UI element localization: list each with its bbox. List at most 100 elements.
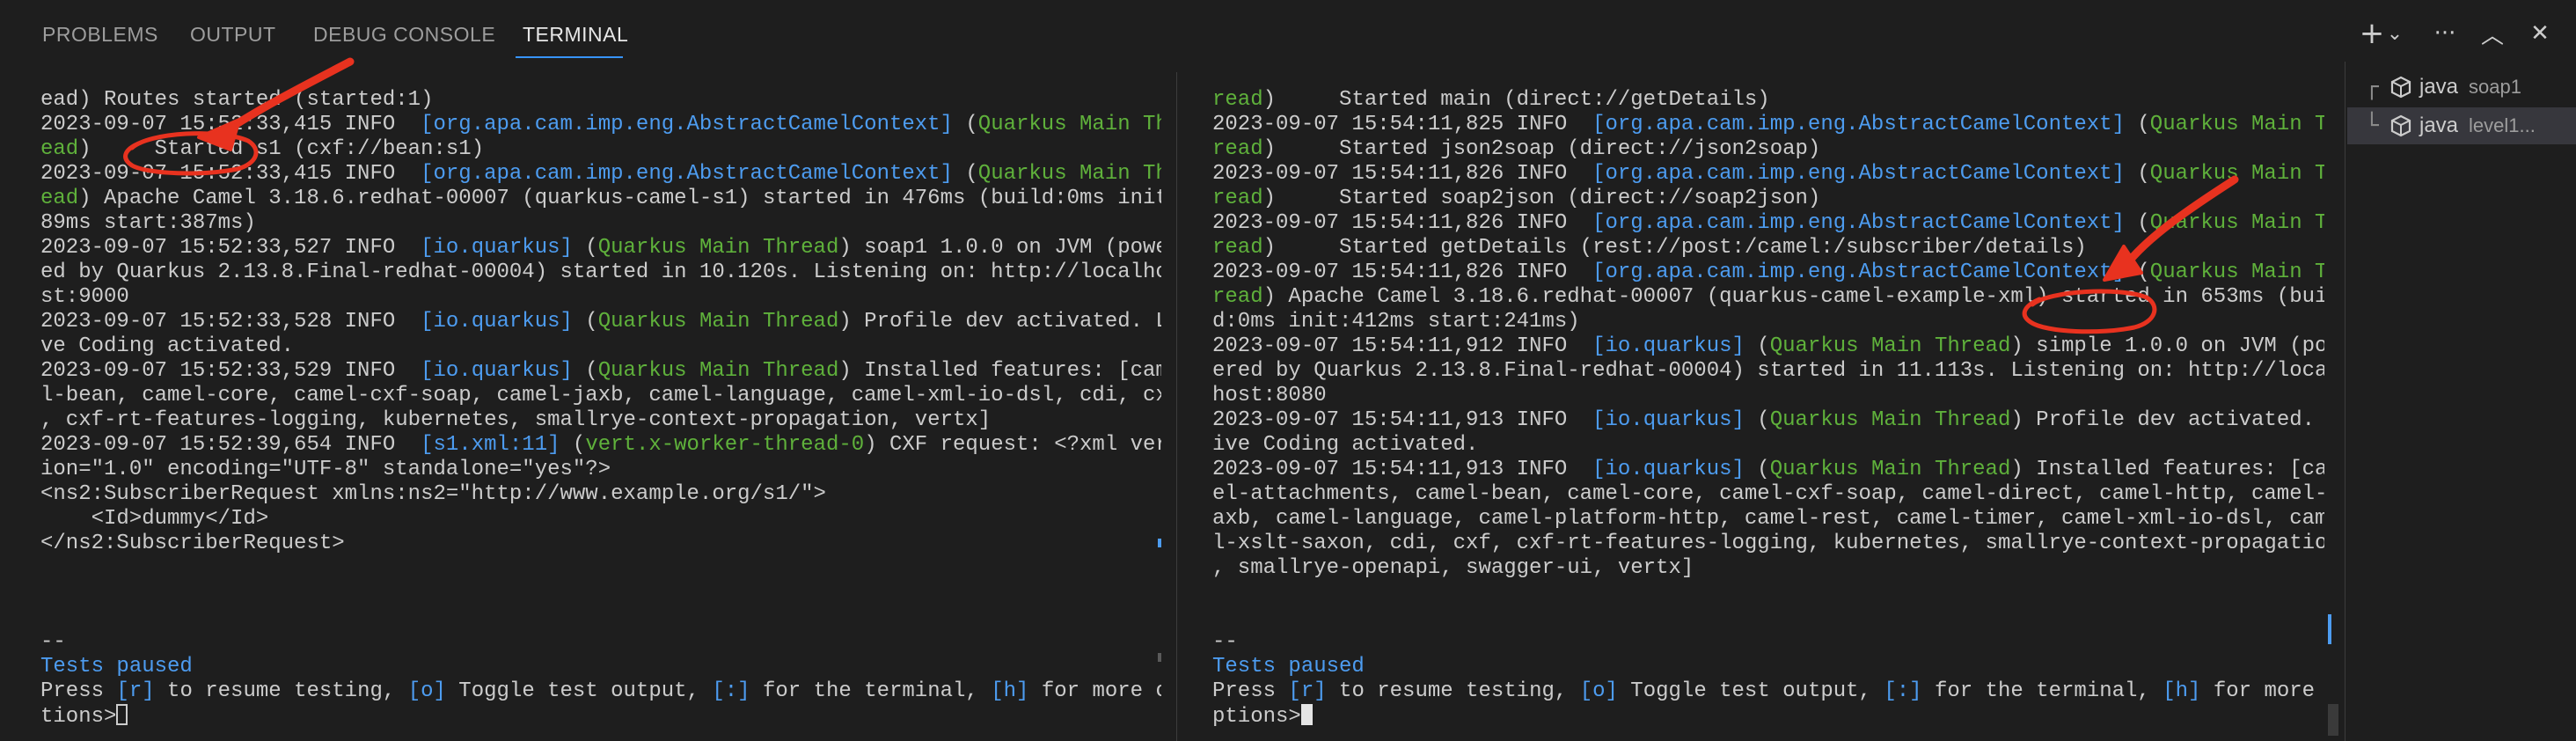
terminal-text: [org.apa.cam.imp.eng.AbstractCamelContex… [421, 113, 953, 136]
terminal-text: 89ms start:387ms) [40, 211, 256, 235]
terminal-text: [org.apa.cam.imp.eng.AbstractCamelContex… [1592, 260, 2125, 284]
terminal-text: ) Apache Camel 3.18.6.redhat-00007 (quar… [1262, 285, 2324, 309]
terminal-text: ( [2124, 162, 2150, 186]
terminal-list-item[interactable]: ┌ java soap1 [2347, 69, 2576, 106]
scroll-marker-right [2328, 614, 2331, 644]
scroll-marker-left [1158, 539, 1161, 547]
tab-output[interactable]: OUTPUT [190, 23, 276, 58]
terminal-text: ) Started json2soap (direct://json2soap) [1262, 137, 1821, 161]
terminal-text: d:0ms init:412ms start:241ms) [1212, 310, 1580, 334]
terminal-line: 2023-09-07 15:54:11,913 INFO [io.quarkus… [1212, 458, 2324, 482]
terminal-line: 2023-09-07 15:54:11,826 INFO [org.apa.ca… [1212, 211, 2324, 236]
terminal-text: , smallrye-openapi, swagger-ui, vertx] [1212, 556, 1694, 580]
terminal-text: el-attachments, camel-bean, camel-core, … [1212, 482, 2324, 506]
terminal-text: ive Coding activated. [1212, 433, 1479, 457]
terminal-text: [io.quarkus] [421, 359, 573, 383]
ellipsis-icon: ··· [2433, 20, 2456, 47]
terminal-text: 2023-09-07 15:52:33,528 INFO [40, 310, 421, 334]
terminal-text: [io.quarkus] [1592, 334, 1745, 358]
terminal-text: ) Started s1 (cxf://bean:s1) [78, 137, 485, 161]
terminal-right[interactable]: read) Started main (direct://getDetails)… [1212, 88, 2324, 741]
terminal-line: 2023-09-07 15:52:33,528 INFO [io.quarkus… [40, 310, 1161, 334]
new-terminal-dropdown[interactable]: ⌄ [2386, 16, 2404, 51]
plus-icon: + [2359, 16, 2385, 51]
terminal-left[interactable]: ead) Routes started (started:1) 2023-09-0… [40, 88, 1161, 741]
terminal-text: [h] [2163, 679, 2201, 703]
terminal-line: 2023-09-07 15:52:33,415 INFO [org.apa.ca… [40, 113, 1161, 137]
terminal-text: [s1.xml:11] [421, 433, 560, 457]
terminal-line: 2023-09-07 15:54:11,912 INFO [io.quarkus… [1212, 334, 2324, 359]
terminal-text: -- [1212, 630, 1238, 654]
terminal-text: Quarkus Main Thread [1769, 334, 2011, 358]
terminal-text: ) Started soap2json (direct://soap2json) [1262, 187, 1821, 210]
terminal-line: read) Started getDetails (rest://post:/c… [1212, 236, 2324, 260]
terminal-text: st:9000 [40, 285, 129, 309]
terminal-text: [org.apa.cam.imp.eng.AbstractCamelContex… [1592, 211, 2125, 235]
terminal-name: java [2419, 114, 2459, 137]
scroll-marker-left-2 [1158, 653, 1161, 662]
terminal-text: 2023-09-07 15:54:11,826 INFO [1212, 162, 1593, 186]
close-panel-button[interactable]: ✕ [2525, 16, 2555, 51]
active-tab-indicator [516, 56, 623, 58]
terminal-text: to resume testing, [154, 679, 408, 703]
split-divider[interactable] [1176, 72, 1177, 741]
more-actions-button[interactable]: ··· [2430, 16, 2460, 51]
terminal-text: ead [40, 137, 79, 161]
terminal-line: read) Started main (direct://getDetails) [1212, 88, 2324, 113]
terminal-list-item[interactable]: └ java level1... [2347, 107, 2576, 144]
terminal-line: l-xslt-saxon, cdi, cxf, cxf-rt-features-… [1212, 532, 2324, 556]
terminal-text: [h] [991, 679, 1029, 703]
terminal-line: Press [r] to resume testing, [o] Toggle … [1212, 679, 2324, 704]
tab-terminal[interactable]: TERMINAL [523, 23, 628, 58]
panel-tab-bar: PROBLEMS OUTPUT DEBUG CONSOLE TERMINAL +… [0, 0, 2576, 72]
terminal-text: ( [1744, 458, 1770, 481]
terminal-text: [:] [712, 679, 750, 703]
scrollbar-thumb-right[interactable] [2328, 704, 2338, 736]
terminal-text: 2023-09-07 15:54:11,825 INFO [1212, 113, 1593, 136]
tab-problems[interactable]: PROBLEMS [42, 23, 158, 58]
terminal-line: axb, camel-language, camel-platform-http… [1212, 507, 2324, 532]
terminal-text: ( [2124, 113, 2150, 136]
terminal-text: ed by Quarkus 2.13.8.Final-redhat-00004)… [40, 260, 1161, 284]
terminal-line: , cxf-rt-features-logging, kubernetes, s… [40, 408, 1161, 433]
terminal-text: host:8080 [1212, 384, 1327, 407]
tab-debug-console[interactable]: DEBUG CONSOLE [313, 23, 495, 58]
terminal-text: 2023-09-07 15:52:33,415 INFO [40, 113, 421, 136]
terminal-line: d:0ms init:412ms start:241ms) [1212, 310, 2324, 334]
terminal-text: ) soap1 1.0.0 on JVM (power [838, 236, 1161, 260]
terminal-line: <ns2:SubscriberRequest xmlns:ns2="http:/… [40, 482, 1161, 507]
terminal-text: ) Apache Camel 3.18.6.redhat-00007 (quar… [78, 187, 1161, 210]
terminal-line: ion="1.0" encoding="UTF-8" standalone="y… [40, 458, 1161, 482]
terminal-text: [:] [1884, 679, 1922, 703]
terminal-text: [io.quarkus] [1592, 458, 1745, 481]
terminal-line: ive Coding activated. [1212, 433, 2324, 458]
terminal-text: 2023-09-07 15:52:33,529 INFO [40, 359, 421, 383]
terminal-text: for more op [1041, 679, 1161, 703]
terminal-text: Quarkus Main Th [2149, 162, 2324, 186]
terminal-text: Toggle test output, [445, 679, 713, 703]
terminal-text: Toggle test output, [1617, 679, 1884, 703]
terminal-text: [o] [1579, 679, 1618, 703]
terminal-line: 2023-09-07 15:52:33,415 INFO [org.apa.ca… [40, 162, 1161, 187]
terminal-text: ( [572, 236, 598, 260]
new-terminal-button[interactable]: + [2359, 16, 2385, 51]
terminal-text: [io.quarkus] [421, 310, 573, 334]
chevron-up-icon: ︿ [2480, 22, 2504, 49]
terminal-text: Quarkus Main Thread [597, 359, 839, 383]
terminal-text: Quarkus Main Thread [597, 236, 839, 260]
terminal-text: Quarkus Main Thread [1769, 408, 2011, 432]
terminal-text: read [1212, 236, 1263, 260]
maximize-panel-button[interactable]: ︿ [2477, 16, 2507, 51]
terminal-text: Press [1212, 679, 1289, 703]
terminal-line: host:8080 [1212, 384, 2324, 408]
terminal-text: Tests paused [1212, 655, 1365, 679]
java-cube-icon [2390, 114, 2411, 137]
terminal-line: ered by Quarkus 2.13.8.Final-redhat-0000… [1212, 359, 2324, 384]
terminal-text: ) Profile dev activated. L [2010, 408, 2324, 432]
terminal-text: ) Started getDetails (rest://post:/camel… [1262, 236, 2087, 260]
terminal-text: ead) Routes started (started:1) [40, 88, 434, 112]
terminal-text: ead [40, 187, 79, 210]
